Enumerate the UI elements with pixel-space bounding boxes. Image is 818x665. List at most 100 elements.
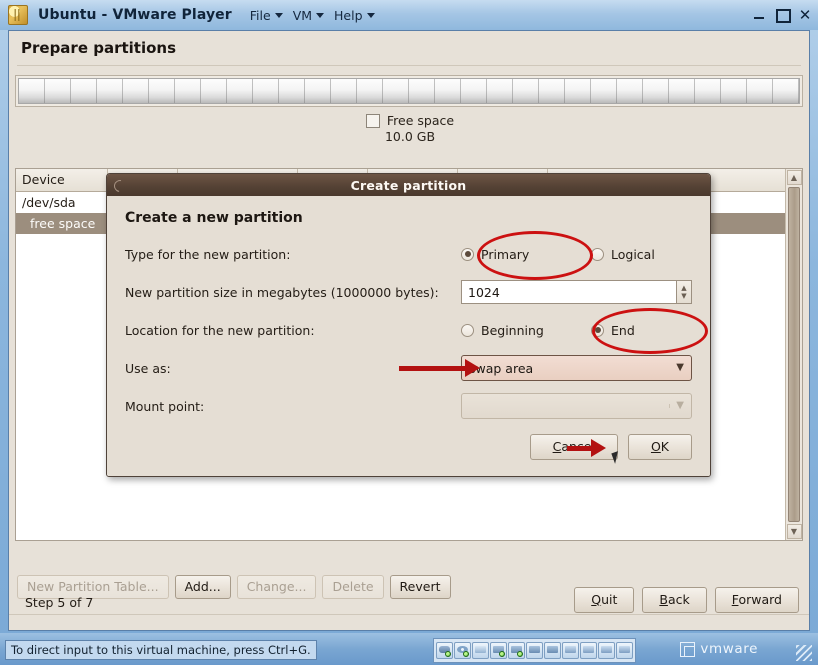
radio-beginning-label: Beginning (481, 322, 544, 338)
title-divider (17, 65, 801, 66)
scroll-down-icon[interactable]: ▼ (786, 524, 802, 539)
ok-button[interactable]: OK (627, 434, 692, 461)
radio-logical[interactable]: Logical (591, 247, 655, 262)
usb-device-icon[interactable] (562, 642, 579, 659)
menu-file[interactable]: File (246, 6, 287, 25)
usb-device-icon[interactable] (580, 642, 597, 659)
back-button[interactable]: Back (642, 587, 707, 614)
dialog-button-row: Cancel OK (125, 434, 692, 464)
dialog-body: Create a new partition Type for the new … (107, 196, 710, 477)
radio-beginning[interactable]: Beginning (461, 323, 591, 338)
radio-end-label: End (611, 322, 635, 338)
radio-logical-indicator (591, 247, 604, 261)
ubuntu-vm-icon (8, 5, 28, 25)
vmware-statusbar: To direct input to this virtual machine,… (0, 633, 818, 665)
vmware-menubar: File VM Help (246, 6, 379, 25)
scrollbar-thumb[interactable] (788, 187, 800, 522)
partition-bar-ticks (19, 79, 799, 103)
partition-legend: Free space 10.0 GB (9, 113, 809, 144)
radio-end-indicator (591, 323, 604, 337)
printer-icon[interactable] (544, 642, 561, 659)
menu-help[interactable]: Help (330, 6, 379, 25)
revert-button[interactable]: Revert (389, 575, 451, 600)
forward-button-rest: orward (738, 592, 782, 607)
maximize-icon[interactable] (775, 8, 791, 23)
menu-vm[interactable]: VM (289, 6, 328, 25)
dialog-titlebar: Create partition (107, 174, 710, 196)
floppy-icon[interactable] (472, 642, 489, 659)
partition-type-options: Primary Logical (461, 247, 692, 262)
back-button-rest: ack (667, 592, 690, 607)
radio-end[interactable]: End (591, 323, 635, 338)
radio-primary-indicator (461, 247, 474, 261)
change-button[interactable]: Change... (236, 575, 317, 600)
radio-primary[interactable]: Primary (461, 247, 591, 262)
menu-file-label: File (249, 7, 271, 23)
status-hint-text: To direct input to this virtual machine,… (5, 640, 317, 660)
partition-size-stepper[interactable]: ▲ ▼ (677, 280, 692, 304)
sound-icon[interactable] (508, 642, 525, 659)
network-icon[interactable] (490, 642, 507, 659)
mount-point-select[interactable]: ▼ (461, 393, 692, 419)
back-button-mnemonic: B (659, 592, 668, 607)
screenshot-root: Ubuntu - VMware Player File VM Help ✕ Pr… (0, 0, 818, 665)
guest-screen: Prepare partitions Free space 10.0 GB De… (8, 30, 810, 631)
radio-logical-label: Logical (611, 246, 655, 262)
mount-point-arrow-group: ▼ (669, 401, 684, 411)
stepper-down-icon[interactable]: ▼ (681, 292, 686, 300)
create-partition-dialog: Create partition Create a new partition … (106, 173, 711, 478)
use-as-select[interactable]: swap area ▼ (461, 355, 692, 381)
partition-size-input[interactable]: 1024 (461, 280, 677, 304)
cancel-button-rest: ancel (561, 439, 595, 454)
field-row-partition-type: Type for the new partition: Primary Logi… (125, 231, 692, 280)
scroll-up-icon[interactable]: ▲ (786, 170, 802, 185)
combo-separator (669, 404, 671, 408)
partition-location-label: Location for the new partition: (125, 322, 315, 338)
close-icon[interactable]: ✕ (798, 7, 812, 23)
footer-divider (9, 614, 809, 615)
chevron-down-icon: ▼ (676, 362, 684, 373)
display-icon[interactable] (526, 642, 543, 659)
dialog-heading: Create a new partition (125, 210, 303, 226)
chevron-down-icon (316, 12, 325, 18)
usb-device-icon[interactable] (598, 642, 615, 659)
chevron-down-icon: ▼ (676, 400, 684, 411)
stepper-up-icon[interactable]: ▲ (681, 284, 686, 292)
row-device-label: free space (30, 216, 96, 231)
use-as-value: swap area (469, 360, 534, 376)
cdrom-icon[interactable] (454, 642, 471, 659)
partition-location-options: Beginning End (461, 323, 692, 338)
partition-bar-track (18, 78, 800, 104)
field-row-partition-location: Location for the new partition: Beginnin… (125, 308, 708, 354)
partition-type-label: Type for the new partition: (125, 246, 291, 262)
legend-label: Free space (386, 113, 455, 128)
quit-button-rest: uit (601, 592, 618, 607)
radio-beginning-indicator (461, 323, 474, 337)
wizard-navigation: Quit Back Forward (574, 587, 799, 614)
harddisk-icon[interactable] (436, 642, 453, 659)
ok-button-mnemonic: O (650, 439, 661, 454)
window-menu-icon[interactable] (111, 177, 129, 195)
forward-button[interactable]: Forward (714, 587, 799, 614)
resize-grip-icon[interactable] (796, 645, 812, 661)
vmware-titlebar: Ubuntu - VMware Player File VM Help ✕ (0, 0, 818, 30)
radio-primary-label: Primary (481, 246, 530, 262)
quit-button-mnemonic: Q (591, 592, 602, 607)
cancel-button[interactable]: Cancel (529, 434, 618, 461)
usb-eject-icon[interactable] (616, 642, 633, 659)
add-button[interactable]: Add... (174, 575, 231, 600)
mount-point-label: Mount point: (125, 398, 205, 414)
delete-button[interactable]: Delete (322, 575, 384, 600)
mount-point-control: ▼ (461, 393, 692, 419)
partition-table-scrollbar[interactable]: ▲ ▼ (785, 169, 802, 540)
vmware-logo: vmware (680, 641, 758, 657)
quit-button[interactable]: Quit (574, 587, 635, 614)
row-device-label: /dev/sda (22, 195, 76, 210)
partition-size-label: New partition size in megabytes (1000000… (125, 284, 439, 300)
menu-vm-label: VM (292, 7, 313, 23)
minimize-icon[interactable] (752, 8, 766, 22)
column-header-device[interactable]: Device (16, 169, 108, 191)
partition-bar[interactable] (15, 75, 803, 107)
chevron-down-icon (366, 12, 375, 18)
ok-button-rest: K (660, 439, 669, 454)
